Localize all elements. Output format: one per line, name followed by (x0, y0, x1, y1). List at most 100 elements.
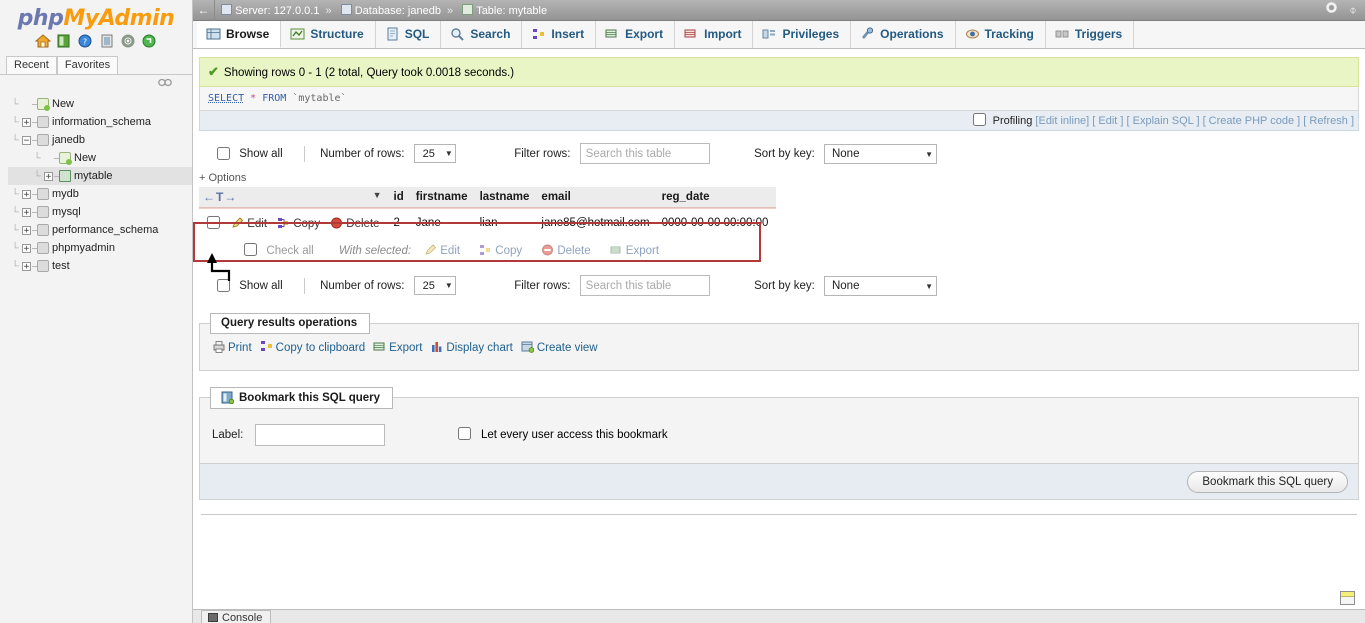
tree-item-mytable-child[interactable]: └ + mytable (8, 167, 192, 185)
sql-query-display[interactable]: SELECT * FROM `mytable` (199, 87, 1359, 111)
filter-rows-input-bottom[interactable]: Search this table (579, 275, 710, 296)
row-copy-link[interactable]: Copy (293, 218, 320, 230)
number-of-rows-select-top[interactable]: 25 ▼ (413, 144, 456, 163)
operation-print[interactable]: Print (212, 341, 260, 354)
cell-lastname[interactable]: lian (475, 208, 538, 236)
row-delete-link[interactable]: Delete (346, 218, 379, 230)
operation-export[interactable]: Export (373, 342, 430, 354)
profiling-link-4[interactable]: [ Refresh ] (1300, 115, 1354, 127)
show-all-checkbox-top[interactable] (217, 147, 230, 160)
tab-privileges[interactable]: Privileges (753, 21, 852, 48)
bulk-export-link[interactable]: Export (626, 245, 659, 257)
row-select-checkbox[interactable] (207, 216, 220, 229)
tree-item-label: information_schema (52, 116, 152, 129)
tree-item-mysql[interactable]: └ + mysql (8, 203, 192, 221)
bulk-delete-link[interactable]: Delete (557, 245, 590, 257)
tab-export[interactable]: Export (596, 21, 676, 48)
tree-expander-icon[interactable]: + (22, 207, 31, 217)
cell-email[interactable]: jane85@hotmail.com (537, 208, 658, 236)
check-all-checkbox[interactable] (244, 243, 258, 256)
tree-item-mydb[interactable]: └ + mydb (8, 185, 192, 203)
cell-id[interactable]: 2 (389, 208, 412, 236)
settings-icon[interactable] (120, 34, 136, 48)
sidebar-tab-recent[interactable]: Recent (6, 56, 57, 74)
tree-item-new[interactable]: └ New (8, 95, 192, 113)
tab-import[interactable]: Import (675, 21, 754, 48)
tab-tracking[interactable]: Tracking (956, 21, 1046, 48)
show-all-checkbox-bottom[interactable] (217, 279, 230, 292)
results-nav-header: ←T→ ▼ (199, 187, 390, 209)
options-toggle[interactable]: + Options (193, 172, 1365, 184)
profiling-link-2[interactable]: [ Explain SQL ] (1123, 115, 1200, 127)
column-header-lastname[interactable]: lastname (475, 187, 538, 209)
operation-create-view[interactable]: Create view (521, 341, 606, 354)
refresh-icon[interactable] (141, 34, 157, 48)
tab-sql[interactable]: SQL (376, 21, 442, 48)
console-toggle[interactable]: Console (201, 610, 272, 623)
number-of-rows-select-bottom[interactable]: 25 ▼ (413, 276, 456, 295)
column-header-email[interactable]: email (537, 187, 658, 209)
profiling-link-1[interactable]: [ Edit ] (1089, 115, 1123, 127)
tree-expander-icon[interactable]: + (22, 189, 31, 199)
tree-expander-icon[interactable]: + (44, 171, 53, 181)
bulk-edit-link[interactable]: Edit (440, 245, 460, 257)
gear-icon[interactable] (1323, 0, 1341, 21)
sort-by-key-select-bottom[interactable]: None ▼ (823, 275, 937, 296)
collapse-icon[interactable]: ⌽ (1344, 0, 1362, 21)
tree-item-information-schema[interactable]: └ + information_schema (8, 113, 192, 131)
breadcrumb-table[interactable]: Table: mytable (459, 4, 547, 17)
profiling-checkbox[interactable] (972, 113, 986, 126)
profiling-link-0[interactable]: [Edit inline] (1035, 115, 1089, 127)
row-edit-link[interactable]: Edit (247, 218, 267, 230)
form-window-icon[interactable] (1340, 591, 1355, 605)
sidebar-quick-icons: ? (0, 34, 192, 50)
tree-item-test[interactable]: └ + test (8, 257, 192, 275)
chevron-down-icon: ▼ (444, 149, 453, 158)
tab-search[interactable]: Search (441, 21, 523, 48)
tree-item-phpmyadmin[interactable]: └ + phpmyadmin (8, 239, 192, 257)
tab-structure[interactable]: Structure (281, 21, 376, 48)
bulk-copy-link[interactable]: Copy (495, 245, 522, 257)
tree-expander-icon[interactable]: + (22, 243, 31, 253)
sidebar-tab-favorites[interactable]: Favorites (56, 56, 119, 74)
console-label: Console (222, 612, 263, 623)
bookmark-label-input[interactable] (254, 424, 385, 446)
row-nav-arrows[interactable]: ←T→ (203, 190, 237, 204)
tree-expander-icon[interactable]: + (22, 117, 31, 127)
breadcrumb-database[interactable]: Database: janedb (338, 4, 441, 17)
tree-expander-icon[interactable]: + (22, 261, 31, 271)
cell-firstname[interactable]: Jane (411, 208, 476, 236)
column-header-reg-date[interactable]: reg_date (657, 187, 777, 209)
operation-display-chart[interactable]: Display chart (430, 342, 520, 354)
server-icon[interactable] (56, 34, 72, 48)
filter-rows-input-top[interactable]: Search this table (579, 143, 710, 164)
profiling-link-3[interactable]: [ Create PHP code ] (1200, 115, 1301, 127)
tree-expander-icon[interactable]: + (22, 225, 31, 235)
sort-caret-icon[interactable]: ▼ (373, 190, 382, 200)
tree-item-performance-schema[interactable]: └ + performance_schema (8, 221, 192, 239)
tab-label: Structure (310, 27, 364, 41)
column-header-id[interactable]: id (389, 187, 412, 209)
home-icon[interactable] (34, 34, 52, 48)
tab-insert[interactable]: Insert (522, 21, 597, 48)
server-small-icon (221, 4, 233, 15)
help-icon[interactable]: ? (77, 34, 93, 48)
bookmark-submit-button[interactable]: Bookmark this SQL query (1187, 471, 1348, 493)
back-arrow-icon[interactable]: ← (193, 0, 215, 21)
phpmyadmin-logo[interactable]: phpMyAdmin (0, 0, 192, 31)
bookmark-footer: Bookmark this SQL query (199, 464, 1359, 500)
breadcrumb-server[interactable]: Server: 127.0.0.1 (218, 4, 319, 17)
operation-copy-to-clipboard[interactable]: Copy to clipboard (260, 341, 374, 354)
bookmark-public-checkbox[interactable] (457, 427, 471, 441)
tab-triggers[interactable]: Triggers (1046, 21, 1135, 48)
tree-item-janedb[interactable]: └ − janedb (8, 131, 192, 149)
tab-browse[interactable]: Browse (197, 21, 282, 48)
docs-icon[interactable] (99, 34, 115, 48)
sort-by-key-select-top[interactable]: None ▼ (823, 143, 937, 164)
column-header-firstname[interactable]: firstname (411, 187, 476, 209)
tab-operations[interactable]: Operations (851, 21, 956, 48)
collapse-sidebar-icon[interactable] (158, 78, 172, 87)
tree-expander-icon[interactable]: − (22, 135, 31, 145)
tree-item-new-child[interactable]: └ New (8, 149, 192, 167)
cell-reg-date[interactable]: 0000-00-00 00:00:00 (657, 208, 777, 236)
